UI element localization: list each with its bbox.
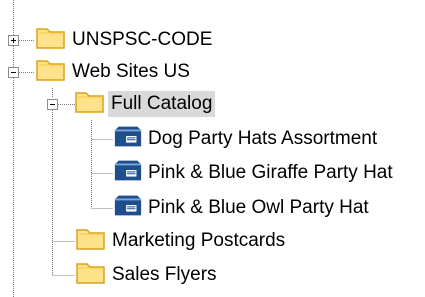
tree-node-unspsc-code[interactable]: UNSPSC-CODE: [7, 25, 215, 55]
tree-node-web-sites-us[interactable]: Web Sites US: [7, 57, 193, 87]
tree-node-label[interactable]: Dog Party Hats Assortment: [145, 126, 380, 152]
tree-node-label[interactable]: Pink & Blue Giraffe Party Hat: [145, 160, 396, 186]
folder-icon: [35, 24, 67, 56]
tree-node-product[interactable]: Pink & Blue Owl Party Hat: [113, 193, 372, 223]
tree-node-label[interactable]: Sales Flyers: [109, 262, 220, 288]
collapse-icon[interactable]: [8, 67, 19, 78]
folder-icon: [75, 225, 107, 257]
product-icon: [113, 157, 143, 189]
tree-node-marketing-postcards[interactable]: Marketing Postcards: [75, 226, 288, 256]
tree-node-label[interactable]: Web Sites US: [69, 59, 193, 85]
folder-open-icon: [35, 56, 67, 88]
tree-node-label[interactable]: Marketing Postcards: [109, 228, 288, 254]
product-icon: [113, 123, 143, 155]
catalog-tree: UNSPSC-CODE Web Sites US Full Catalog Do…: [0, 0, 425, 297]
product-icon: [113, 192, 143, 224]
tree-node-label[interactable]: Full Catalog: [108, 91, 216, 117]
tree-node-product[interactable]: Pink & Blue Giraffe Party Hat: [113, 158, 396, 188]
tree-node-product[interactable]: Dog Party Hats Assortment: [113, 124, 380, 154]
tree-node-sales-flyers[interactable]: Sales Flyers: [75, 260, 220, 290]
expand-icon[interactable]: [8, 35, 19, 46]
tree-node-label[interactable]: Pink & Blue Owl Party Hat: [145, 195, 372, 221]
collapse-icon[interactable]: [47, 99, 58, 110]
tree-node-full-catalog[interactable]: Full Catalog: [46, 88, 216, 120]
tree-node-label[interactable]: UNSPSC-CODE: [69, 27, 215, 53]
folder-icon: [75, 259, 107, 291]
folder-open-icon: [74, 88, 106, 120]
